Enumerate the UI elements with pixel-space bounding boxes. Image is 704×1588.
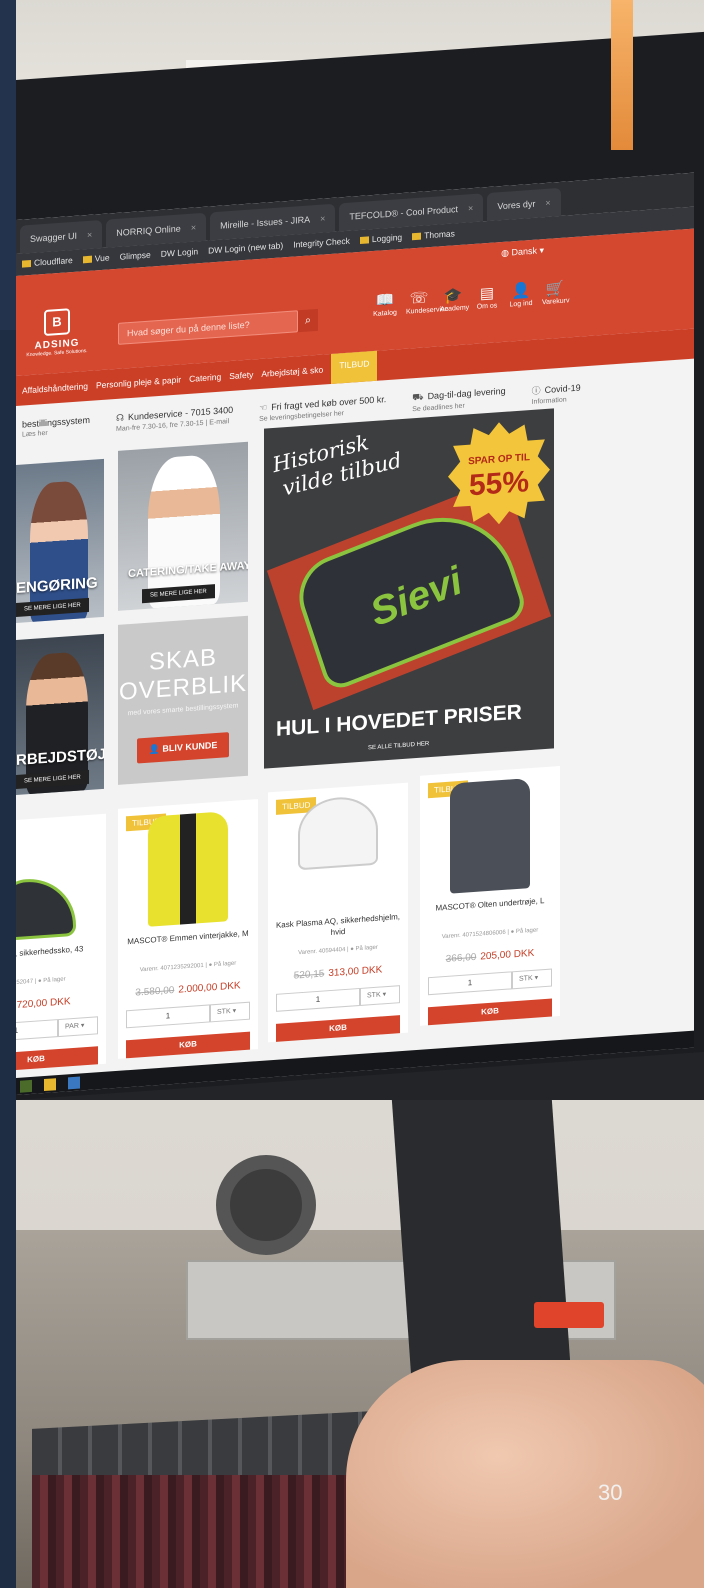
- app-icon[interactable]: [20, 1079, 32, 1093]
- service-item[interactable]: ⛟ Dag-til-dag levering Se deadlines her: [412, 386, 505, 414]
- folder-icon: [412, 232, 422, 241]
- support-icon: ☏: [409, 289, 429, 308]
- tile-arbejdstoj[interactable]: RBEJDSTØJ SE MERE LIGE HER: [16, 633, 104, 795]
- nav-om-os[interactable]: ▤ Om os: [474, 284, 500, 311]
- unit-select[interactable]: STK ▾: [512, 968, 552, 990]
- close-icon[interactable]: ×: [191, 222, 196, 232]
- bookmark[interactable]: Logging: [359, 232, 402, 247]
- unit-select[interactable]: STK ▾: [210, 1001, 250, 1023]
- page-number: 30: [598, 1480, 623, 1505]
- service-item[interactable]: ☜ Fri fragt ved køb over 500 kr. Se leveri…: [259, 394, 386, 423]
- academy-icon: 🎓: [443, 286, 463, 306]
- headset-icon: ☊: [116, 412, 125, 424]
- bookmark[interactable]: Integrity Check: [293, 236, 350, 252]
- nav-varekurv[interactable]: 🛒 Varekurv: [542, 279, 570, 307]
- product-card[interactable]: r 2-, S3, sikkerhedssko, 43 62752047 | ●…: [16, 813, 106, 1074]
- header-nav: 📖 Katalog ☏ Kundeservice 🎓 Academy ▤ Om os 👤…: [372, 279, 570, 318]
- folder-icon: [82, 255, 92, 264]
- bookmark[interactable]: Glimpse: [120, 250, 151, 264]
- product-card[interactable]: TILBUD MASCOT® Emmen vinterjakke, M Vare…: [118, 799, 258, 1059]
- close-icon[interactable]: ×: [545, 198, 550, 208]
- user-plus-icon: 👤: [148, 743, 163, 755]
- quantity-input[interactable]: 1: [16, 1019, 58, 1043]
- folder-icon[interactable]: [44, 1078, 56, 1092]
- buy-button[interactable]: KØB: [126, 1031, 250, 1059]
- category-item-tilbud[interactable]: TILBUD: [331, 350, 378, 384]
- buy-button[interactable]: KØB: [16, 1046, 98, 1073]
- category-item[interactable]: Personlig pleje & papir: [96, 374, 181, 390]
- close-icon[interactable]: ×: [87, 230, 92, 240]
- tile-rengoring[interactable]: ENGØRING SE MERE LIGE HER: [16, 458, 104, 623]
- site-logo[interactable]: B ADSING Knowledge. Safe Solutions.: [22, 307, 92, 358]
- nav-katalog[interactable]: 📖 Katalog: [372, 291, 398, 318]
- product-image: [450, 778, 530, 894]
- category-item[interactable]: Safety: [229, 369, 253, 381]
- service-item[interactable]: bestillingssystem Læs her: [22, 415, 90, 440]
- category-item[interactable]: Arbejdstøj & sko: [261, 365, 323, 379]
- hand-icon: ☜: [259, 402, 268, 414]
- logo-emblem-icon: B: [44, 308, 70, 337]
- left-accent: [0, 0, 16, 330]
- accent-bar: [611, 0, 633, 150]
- buy-button[interactable]: KØB: [276, 1015, 400, 1042]
- bookmark[interactable]: Cloudflare: [22, 255, 73, 271]
- search-icon[interactable]: ⌕: [298, 308, 318, 333]
- service-item[interactable]: ⓘ Covid-19 Information: [531, 381, 581, 406]
- bookmark[interactable]: Thomas: [412, 228, 455, 243]
- become-customer-button[interactable]: 👤 BLIV KUNDE: [136, 732, 230, 764]
- shirt-sleeve: [32, 1475, 392, 1588]
- folder-icon: [22, 260, 31, 268]
- cart-icon: 🛒: [545, 279, 565, 298]
- hand: [346, 1360, 704, 1588]
- user-icon: 👤: [511, 282, 531, 301]
- product-image: [148, 811, 228, 927]
- background-photo: Swagger UI × NORRIQ Online × Mireille - Is…: [16, 0, 704, 1588]
- product-card[interactable]: TILBUD MASCOT® Olten undertrøje, L Varen…: [420, 765, 560, 1026]
- truck-icon: ⛟: [412, 391, 424, 403]
- close-icon[interactable]: ×: [320, 213, 325, 223]
- service-item[interactable]: ☊ Kundeservice - 7015 3400 Man-fre 7.30-16…: [116, 405, 233, 433]
- app-icon[interactable]: [68, 1076, 80, 1090]
- nav-academy[interactable]: 🎓 Academy: [440, 286, 469, 314]
- monitor: Swagger UI × NORRIQ Online × Mireille - Is…: [16, 31, 704, 1100]
- bookmark[interactable]: DW Login (new tab): [208, 240, 283, 257]
- globe-icon: ◍: [501, 247, 512, 259]
- quantity-input[interactable]: 1: [276, 987, 360, 1012]
- screen: Swagger UI × NORRIQ Online × Mireille - Is…: [16, 172, 694, 1096]
- product-image: [16, 875, 76, 942]
- tile-skab-overblik[interactable]: SKAB OVERBLIK med vores smarte bestillin…: [118, 615, 248, 785]
- language-selector[interactable]: ◍ Dansk ▾: [501, 245, 544, 259]
- category-item[interactable]: Catering: [189, 372, 221, 384]
- nav-log-ind[interactable]: 👤 Log ind: [508, 282, 534, 309]
- catalog-icon: 📖: [375, 291, 395, 310]
- about-icon: ▤: [479, 284, 495, 303]
- monitor-stand: [391, 1095, 573, 1395]
- search-input[interactable]: Hvad søger du på denne liste?: [118, 310, 298, 345]
- buy-button[interactable]: KØB: [428, 998, 552, 1026]
- hero-banner[interactable]: Historisk vilde tilbud Sievi SPAR OP TIL…: [264, 408, 554, 769]
- folder-icon: [359, 236, 369, 245]
- quantity-input[interactable]: 1: [126, 1004, 210, 1029]
- info-icon: ⓘ: [531, 385, 541, 396]
- cable-clip: [534, 1302, 604, 1328]
- tile-catering[interactable]: CATERING/TAKE AWAY EMBALLAGE SE MERE LIG…: [118, 441, 248, 611]
- bookmark[interactable]: DW Login: [161, 246, 198, 261]
- unit-select[interactable]: STK ▾: [360, 985, 400, 1006]
- bookmark[interactable]: Vue: [82, 252, 110, 266]
- category-item[interactable]: Affaldshåndtering: [22, 381, 88, 396]
- close-icon[interactable]: ×: [468, 203, 473, 213]
- nav-kundeservice[interactable]: ☏ Kundeservice: [406, 289, 448, 316]
- unit-select[interactable]: PAR ▾: [58, 1016, 98, 1038]
- headphones: [216, 1155, 316, 1255]
- quantity-input[interactable]: 1: [428, 971, 512, 996]
- product-card[interactable]: TILBUD Kask Plasma AQ, sikkerhedshjelm, …: [268, 782, 408, 1043]
- see-all-offers-button[interactable]: SE ALLE TILBUD HER: [368, 741, 429, 751]
